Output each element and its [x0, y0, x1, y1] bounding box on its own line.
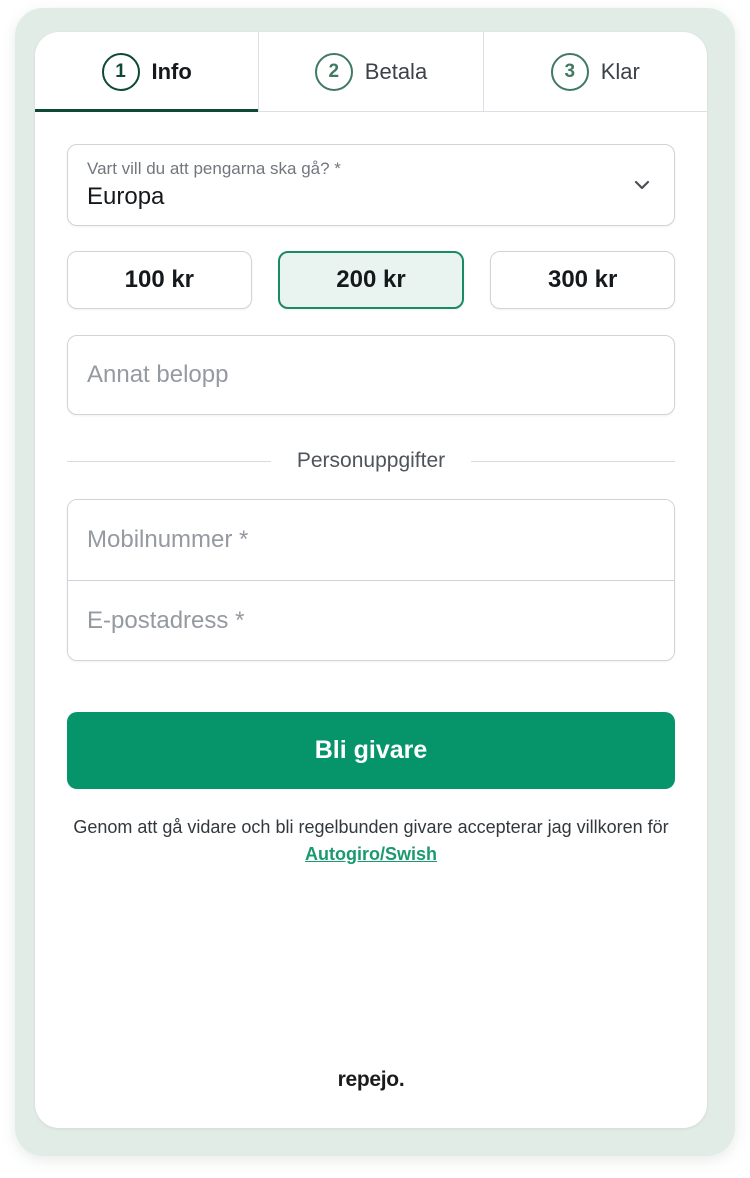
- amount-300-button[interactable]: 300 kr: [490, 251, 676, 309]
- divider-line-right: [471, 460, 676, 462]
- chevron-down-icon: [634, 180, 650, 190]
- tab-label-info: Info: [151, 58, 192, 84]
- tab-betala[interactable]: 2 Betala: [258, 32, 482, 111]
- become-donor-button[interactable]: Bli givare: [67, 712, 675, 789]
- step-tabs: 1 Info 2 Betala 3 Klar: [35, 32, 707, 112]
- terms-body: Genom att gå vidare och bli regelbunden …: [73, 817, 669, 837]
- amount-100-button[interactable]: 100 kr: [67, 251, 252, 309]
- tab-klar[interactable]: 3 Klar: [482, 32, 707, 111]
- step-number-2: 2: [314, 52, 353, 91]
- mobile-number-input[interactable]: [68, 500, 674, 580]
- destination-label: Vart vill du att pengarna ska gå? *: [87, 159, 341, 178]
- terms-text: Genom att gå vidare och bli regelbunden …: [67, 814, 675, 868]
- destination-value: Europa: [87, 183, 165, 210]
- step-number-3: 3: [550, 52, 589, 91]
- other-amount-input[interactable]: [67, 335, 675, 415]
- section-divider: Personuppgifter: [67, 444, 676, 478]
- tab-label-klar: Klar: [600, 58, 640, 84]
- autogiro-swish-link[interactable]: Autogiro/Swish: [305, 844, 437, 864]
- personal-info-group: [67, 499, 675, 661]
- section-title-personuppgifter: Personuppgifter: [296, 449, 446, 472]
- donation-form-card: 1 Info 2 Betala 3 Klar Vart vill du att …: [35, 32, 707, 1128]
- email-input[interactable]: [68, 580, 674, 660]
- amount-options: 100 kr 200 kr 300 kr: [67, 251, 676, 309]
- step-number-1: 1: [101, 52, 140, 91]
- destination-select[interactable]: Vart vill du att pengarna ska gå? * Euro…: [67, 144, 675, 226]
- amount-200-button[interactable]: 200 kr: [277, 251, 465, 309]
- tab-label-betala: Betala: [364, 58, 428, 84]
- divider-line-left: [67, 460, 271, 462]
- repejo-logo: repejo.: [337, 1068, 405, 1091]
- tab-info[interactable]: 1 Info: [35, 32, 259, 112]
